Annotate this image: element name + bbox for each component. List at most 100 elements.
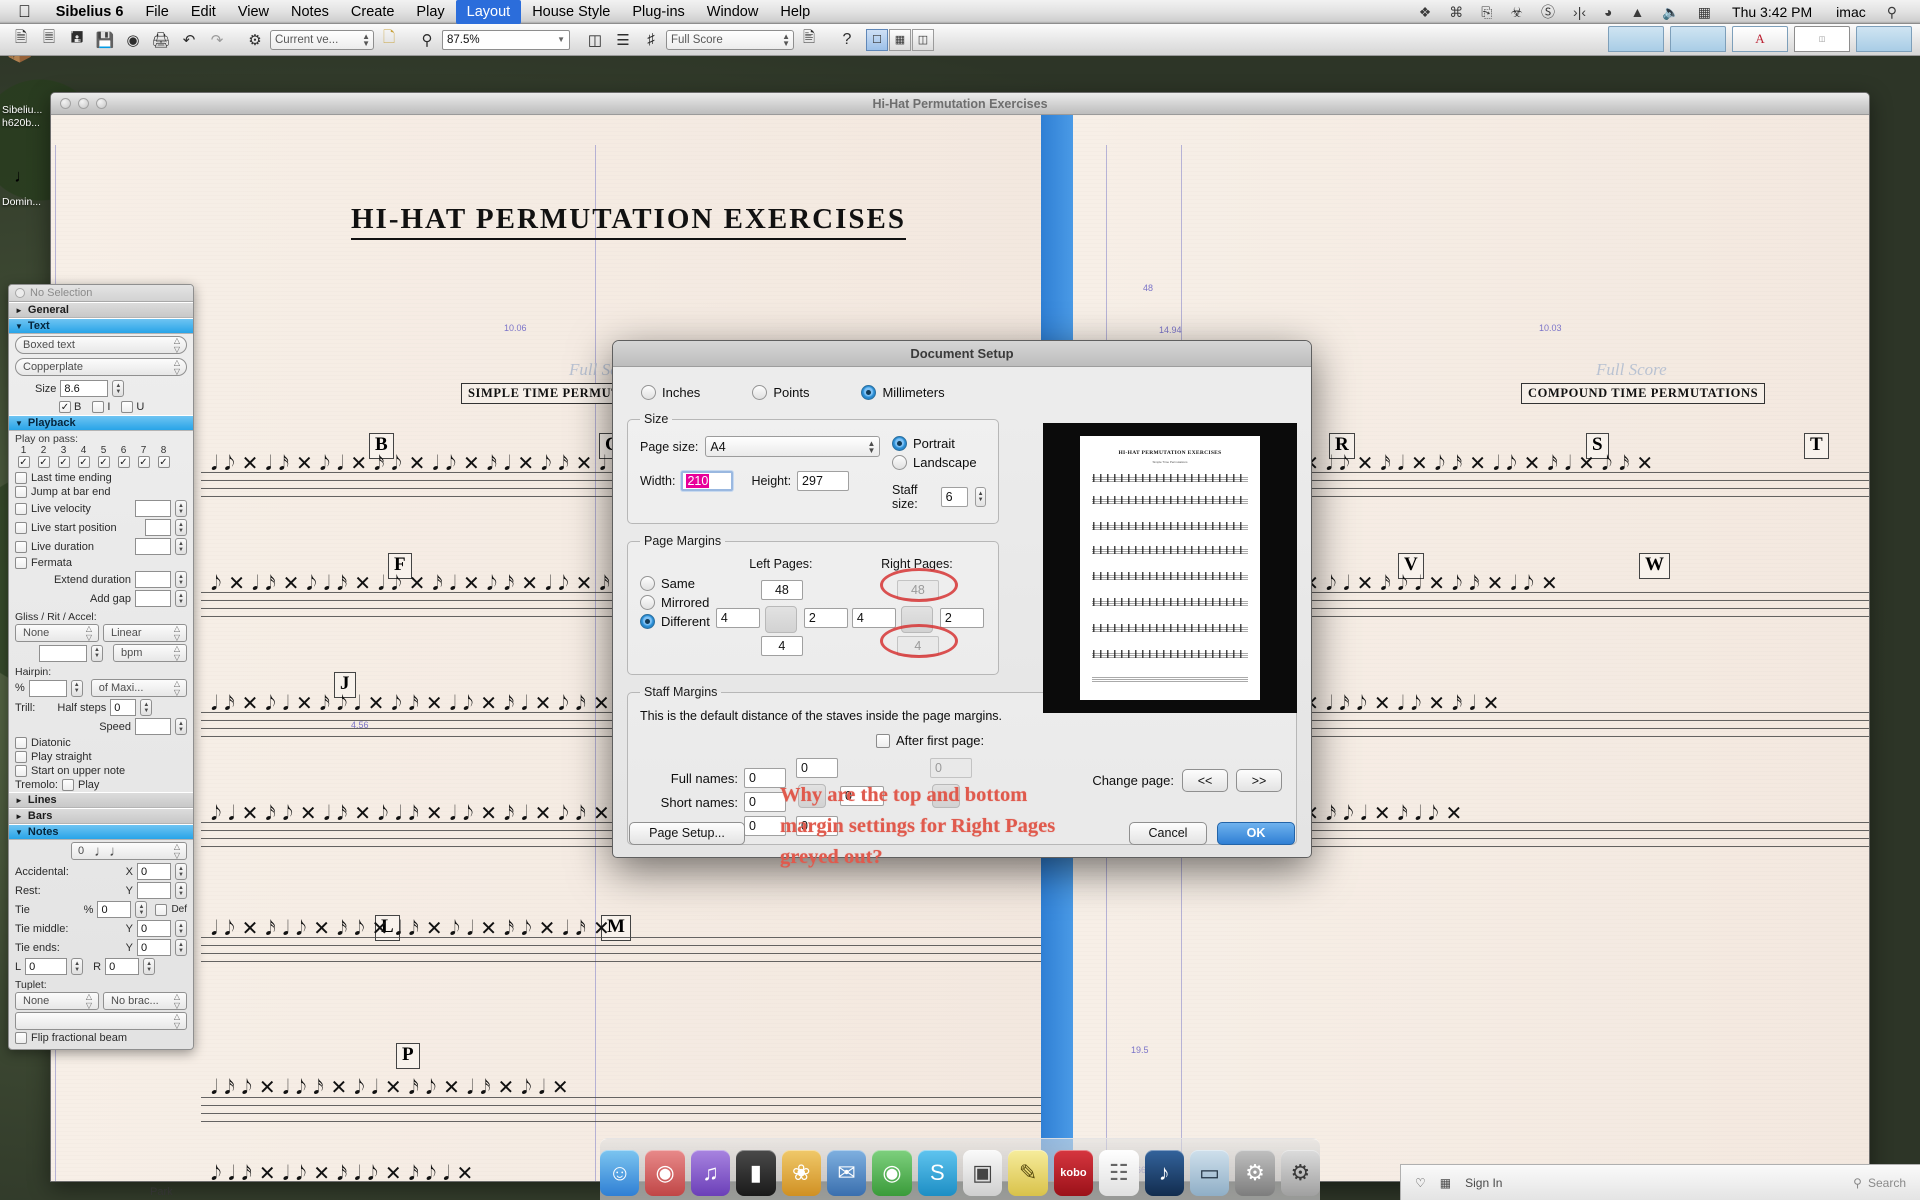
dock-icon-calendar[interactable]: ▣	[963, 1150, 1003, 1196]
menu-item-sibelius[interactable]: Sibelius 6	[45, 0, 135, 24]
tempo-input[interactable]	[39, 644, 87, 662]
letter-A-thumb[interactable]: A	[1732, 26, 1788, 52]
landscape-radio[interactable]	[892, 455, 907, 470]
menu-item-file[interactable]: File	[134, 0, 179, 24]
menu-item-house-style[interactable]: House Style	[521, 0, 621, 24]
live-velocity-stepper[interactable]: ▲ ▼	[175, 500, 187, 517]
properties-section-notes[interactable]: ▼ Notes	[9, 824, 193, 840]
notes-row-5[interactable]: 𝅘𝅥𝅘𝅥𝅮✕𝅘𝅥𝅯𝅘𝅥𝅘𝅥𝅮✕𝅘𝅥𝅯𝅘𝅥𝅮✕𝅘𝅥𝅘𝅥𝅯✕𝅘𝅥𝅮𝅘𝅥✕𝅘𝅥𝅯𝅘𝅥𝅮✕𝅘𝅥𝅘𝅥𝅯✕	[211, 916, 1041, 940]
comment-icon[interactable]: 🗋	[376, 28, 402, 52]
menu-item-play[interactable]: Play	[405, 0, 455, 24]
page-size-combo[interactable]: A4 ▲ ▼	[705, 436, 881, 457]
undo-icon[interactable]: ↶	[176, 28, 202, 52]
text-size-input[interactable]: 8.6	[60, 380, 109, 397]
rest-stepper[interactable]: ▲ ▼	[175, 882, 187, 899]
score-main-title[interactable]: HI-HAT PERMUTATION EXERCISES	[351, 203, 906, 240]
desktop-file-icon-2[interactable]: ♩	[14, 166, 32, 187]
dock-icon-photobooth[interactable]: ◉	[645, 1150, 685, 1196]
tuplet-extra-combo[interactable]: △ ▽	[15, 1012, 187, 1030]
text-size-stepper[interactable]: ▲ ▼	[112, 380, 125, 397]
tie-default-checkbox[interactable]	[155, 903, 168, 916]
units-inches-radio[interactable]	[641, 385, 656, 400]
grid-icon[interactable]: ▦	[1440, 1176, 1451, 1190]
menubar-clock[interactable]: Thu 3:42 PM	[1720, 2, 1824, 22]
dock-icon-sibelius[interactable]: ♪	[1144, 1150, 1184, 1196]
burn-cd-icon[interactable]: ◉	[120, 28, 146, 52]
italic-checkbox[interactable]	[92, 401, 105, 413]
dock-icon-photos[interactable]: ❀	[781, 1150, 821, 1196]
menu-item-create[interactable]: Create	[340, 0, 406, 24]
page-setup-button[interactable]: Page Setup...	[629, 821, 745, 845]
spread-view-button[interactable]: ◫	[912, 28, 934, 51]
last-time-ending-checkbox[interactable]	[15, 472, 27, 484]
tempo-unit-combo[interactable]: bpm △ ▽	[113, 644, 187, 662]
boxed-text-compound-time[interactable]: COMPOUND TIME PERMUTATIONS	[1521, 383, 1766, 404]
dock-icon-skype[interactable]: S	[917, 1150, 957, 1196]
window-thumb-2[interactable]	[1670, 26, 1726, 52]
lines-icon[interactable]: ☰	[610, 28, 636, 52]
left-pages-bottom-input[interactable]: 4	[760, 636, 803, 656]
question-mark-icon[interactable]: ?	[834, 28, 860, 52]
bluetooth-icon[interactable]: ›|‹	[1564, 2, 1595, 22]
live-duration-stepper[interactable]: ▲ ▼	[175, 538, 187, 555]
next-page-button[interactable]: >>	[1236, 769, 1282, 792]
menu-item-notes[interactable]: Notes	[280, 0, 340, 24]
eject-disc-icon[interactable]: ⎘	[1472, 2, 1501, 22]
trill-speed-input[interactable]	[135, 718, 171, 735]
page-spread-icon[interactable]: ◫	[582, 28, 608, 52]
tie-l-input[interactable]: 0	[25, 958, 68, 975]
after-first-page-checkbox[interactable]	[876, 733, 890, 748]
units-millimeters-radio[interactable]	[861, 385, 877, 400]
page-preview-thumbnail[interactable]: HI-HAT PERMUTATION EXERCISES Simple Time…	[1080, 436, 1260, 700]
dock-icon-notes[interactable]: ✎	[1008, 1150, 1048, 1196]
dock-icon-preview[interactable]: ▭	[1189, 1150, 1230, 1196]
staff-size-stepper[interactable]: ▲ ▼	[975, 487, 986, 507]
height-input[interactable]: 297	[797, 471, 850, 491]
tie-l-stepper[interactable]: ▲ ▼	[71, 958, 84, 975]
gliss-curve-combo[interactable]: Linear △ ▽	[103, 624, 187, 642]
left-pages-right-input[interactable]: 2	[803, 608, 848, 628]
print-icon[interactable]: 🖨	[148, 28, 174, 52]
dialog-titlebar[interactable]: Document Setup	[613, 341, 1311, 367]
keyboard-icon[interactable]: ▦	[1689, 2, 1720, 22]
tie-ends-stepper[interactable]: ▲ ▼	[175, 939, 187, 956]
hairpin-stepper[interactable]: ▲ ▼	[70, 679, 83, 697]
redo-icon[interactable]: ↷	[204, 28, 230, 52]
bug-icon[interactable]: ☣	[1501, 2, 1532, 22]
pass-checkbox-5[interactable]: ✓	[94, 456, 113, 468]
volume-icon[interactable]: 🔈	[1653, 2, 1688, 22]
grid-view-button[interactable]: ▦	[889, 28, 911, 51]
dock-icon-trash[interactable]: ⚙	[1280, 1150, 1320, 1196]
trill-speed-stepper[interactable]: ▲ ▼	[175, 718, 187, 735]
gliss-type-combo[interactable]: None △ ▽	[15, 624, 99, 642]
text-font-combo[interactable]: Copperplate △ ▽	[15, 358, 187, 376]
menubar-username[interactable]: imac	[1824, 2, 1878, 22]
margins-different-radio[interactable]	[640, 614, 655, 629]
dock-icon-finder[interactable]: ☺	[600, 1150, 640, 1196]
left-pages-left-input[interactable]: 4	[715, 608, 760, 628]
menu-item-window[interactable]: Window	[696, 0, 770, 24]
save-as-icon[interactable]: 💾	[92, 28, 118, 52]
bottom-search[interactable]: ⚲ Search	[1853, 1176, 1906, 1190]
open-folder-icon[interactable]: 🗏	[36, 28, 62, 52]
staff-size-input[interactable]: 6	[940, 487, 969, 507]
flip-fractional-beam-checkbox[interactable]	[15, 1032, 27, 1044]
tie-middle-input[interactable]: 0	[137, 920, 171, 937]
rest-input[interactable]	[137, 882, 171, 899]
staff-top-input[interactable]: 0	[796, 758, 838, 778]
accidental-input[interactable]: 0	[137, 863, 171, 880]
new-document-icon[interactable]: 🗎	[8, 28, 34, 52]
start-on-upper-note-checkbox[interactable]	[15, 765, 27, 777]
live-start-position-stepper[interactable]: ▲ ▼	[175, 519, 187, 536]
play-straight-checkbox[interactable]	[15, 751, 27, 763]
dock-icon-mail[interactable]: ✉	[826, 1150, 867, 1196]
pass-checkbox-2[interactable]: ✓	[34, 456, 53, 468]
diatonic-checkbox[interactable]	[15, 737, 27, 749]
tuplet-type-combo[interactable]: None △ ▽	[15, 992, 99, 1010]
portrait-radio[interactable]	[892, 436, 907, 451]
timemachine-icon[interactable]: Ⓢ	[1532, 2, 1564, 22]
parts-icon[interactable]: 🖹	[796, 28, 822, 52]
add-gap-input[interactable]	[135, 590, 171, 607]
tremolo-play-checkbox[interactable]	[62, 779, 74, 791]
jump-at-bar-end-checkbox[interactable]	[15, 486, 27, 498]
